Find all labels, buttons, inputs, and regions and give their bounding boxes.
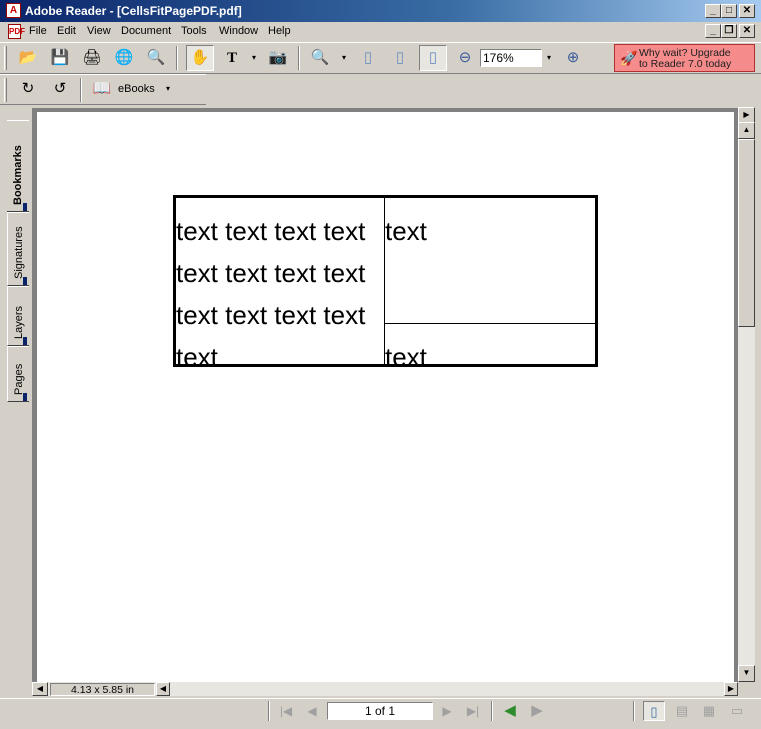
hand-tool-icon[interactable]: ✋ — [186, 45, 214, 71]
email-icon[interactable]: 🌐 — [112, 46, 136, 70]
status-separator — [268, 701, 270, 721]
single-page-layout-icon[interactable]: ▯ — [643, 701, 665, 721]
tab-notch — [23, 277, 27, 285]
tab-signatures[interactable]: Signatures — [7, 212, 29, 286]
menu-window[interactable]: Window — [219, 25, 258, 37]
menu-view[interactable]: View — [87, 25, 111, 37]
scroll-left-icon[interactable]: ◀ — [156, 682, 170, 696]
close-button[interactable]: ✕ — [739, 4, 755, 18]
toolbar-grip[interactable] — [4, 78, 7, 102]
menu-edit[interactable]: Edit — [57, 25, 76, 37]
actual-size-icon[interactable]: ▯ — [356, 46, 380, 70]
toolbar-separator — [176, 46, 178, 70]
next-page-icon[interactable]: ▶ — [437, 702, 457, 720]
table-row-divider — [384, 323, 595, 324]
splitter-handle-icon[interactable]: ◀ — [32, 682, 48, 696]
status-separator — [491, 701, 493, 721]
last-page-icon[interactable]: ▶| — [463, 702, 483, 720]
menu-document[interactable]: Document — [121, 25, 171, 37]
menu-file[interactable]: File — [29, 25, 47, 37]
fit-width-icon[interactable]: ▯ — [419, 45, 447, 71]
rocket-icon: 🚀 — [620, 50, 638, 66]
table-cell: text — [176, 342, 218, 372]
doc-minimize-button[interactable]: _ — [705, 24, 721, 38]
toolbar-separator — [298, 46, 300, 70]
doc-close-button[interactable]: ✕ — [739, 24, 755, 38]
window-title: Adobe Reader - [CellsFitPagePDF.pdf] — [25, 4, 242, 18]
toolbar-grip[interactable] — [4, 46, 7, 70]
scroll-right-icon[interactable]: ▶ — [724, 682, 738, 696]
menu-tools[interactable]: Tools — [181, 25, 207, 37]
upgrade-text: Why wait? Upgrade to Reader 7.0 today — [639, 48, 731, 70]
tab-notch — [23, 203, 27, 211]
zoom-dropdown[interactable]: ▾ — [544, 46, 554, 70]
snapshot-icon[interactable]: 📷 — [266, 46, 290, 70]
go-back-icon[interactable]: ◀ — [500, 702, 520, 720]
go-forward-icon[interactable]: ▶ — [527, 702, 547, 720]
ebooks-dropdown[interactable]: ▾ — [163, 77, 173, 101]
open-icon[interactable]: 📂 — [16, 46, 40, 70]
menu-help[interactable]: Help — [268, 25, 291, 37]
continuous-facing-layout-icon[interactable]: ▦ — [698, 701, 720, 721]
toolbar-separator — [80, 78, 82, 102]
tab-notch — [23, 393, 27, 401]
tab-signatures-label: Signatures — [13, 226, 25, 279]
previous-page-icon[interactable]: ◀ — [302, 702, 322, 720]
page-size-label: 4.13 x 5.85 in — [50, 683, 155, 696]
page-number-field[interactable]: 1 of 1 — [327, 702, 433, 720]
tab-notch — [23, 337, 27, 345]
facing-layout-icon[interactable]: ▭ — [726, 701, 748, 721]
zoom-tool-icon[interactable]: 🔍 — [308, 46, 332, 70]
navigation-pane-tabs: Bookmarks Signatures Layers Pages — [7, 108, 31, 698]
pdf-table: text text text text text text text text … — [173, 195, 598, 372]
tab-pages[interactable]: Pages — [7, 346, 29, 402]
zoom-input[interactable]: 176% — [480, 49, 542, 67]
upgrade-banner[interactable]: 🚀 Why wait? Upgrade to Reader 7.0 today — [614, 44, 755, 72]
document-icon[interactable]: PDF — [8, 24, 25, 39]
select-tool-dropdown[interactable]: ▾ — [249, 46, 259, 70]
tab-pages-label: Pages — [13, 363, 25, 395]
rotate-clockwise-icon[interactable]: ↻ — [16, 77, 40, 101]
rotate-counterclockwise-icon[interactable]: ↺ — [48, 77, 72, 101]
zoom-in-icon[interactable]: ⊕ — [561, 46, 585, 70]
scroll-down-icon[interactable]: ▼ — [738, 665, 755, 682]
minimize-button[interactable]: _ — [705, 4, 721, 18]
tab-layers[interactable]: Layers — [7, 286, 29, 346]
doc-restore-button[interactable]: ❐ — [721, 24, 737, 38]
tab-layers-label: Layers — [13, 305, 25, 339]
ebooks-button[interactable]: eBooks — [118, 83, 155, 95]
search-icon[interactable]: 🔍 — [144, 46, 168, 70]
vertical-scroll-thumb[interactable] — [738, 139, 755, 327]
table-cell: text — [385, 216, 427, 246]
menu-bar: PDF File Edit View Document Tools Window… — [0, 22, 761, 41]
scroll-up-icon[interactable]: ▲ — [738, 122, 755, 139]
title-bar: A Adobe Reader - [CellsFitPagePDF.pdf] _… — [0, 0, 761, 22]
table-cell: text — [385, 342, 427, 372]
select-text-icon[interactable]: T — [220, 46, 244, 70]
zoom-out-icon[interactable]: ⊖ — [453, 46, 477, 70]
ebooks-icon[interactable]: 📖 — [90, 77, 114, 101]
zoom-tool-dropdown[interactable]: ▾ — [339, 46, 349, 70]
continuous-layout-icon[interactable]: ▤ — [671, 701, 693, 721]
print-icon[interactable]: 🖨 — [80, 46, 104, 70]
tab-bookmarks[interactable]: Bookmarks — [7, 120, 29, 212]
first-page-icon[interactable]: |◀ — [276, 702, 296, 720]
save-icon[interactable]: 💾 — [48, 46, 72, 70]
adobe-reader-icon: A — [6, 3, 21, 18]
maximize-button[interactable]: □ — [721, 4, 737, 18]
status-separator — [633, 701, 635, 721]
upgrade-line2: to Reader 7.0 today — [639, 58, 732, 70]
fit-page-icon[interactable]: ▯ — [388, 46, 412, 70]
tab-bookmarks-label: Bookmarks — [12, 145, 24, 205]
table-cell: text text text text text text text text … — [176, 216, 366, 330]
